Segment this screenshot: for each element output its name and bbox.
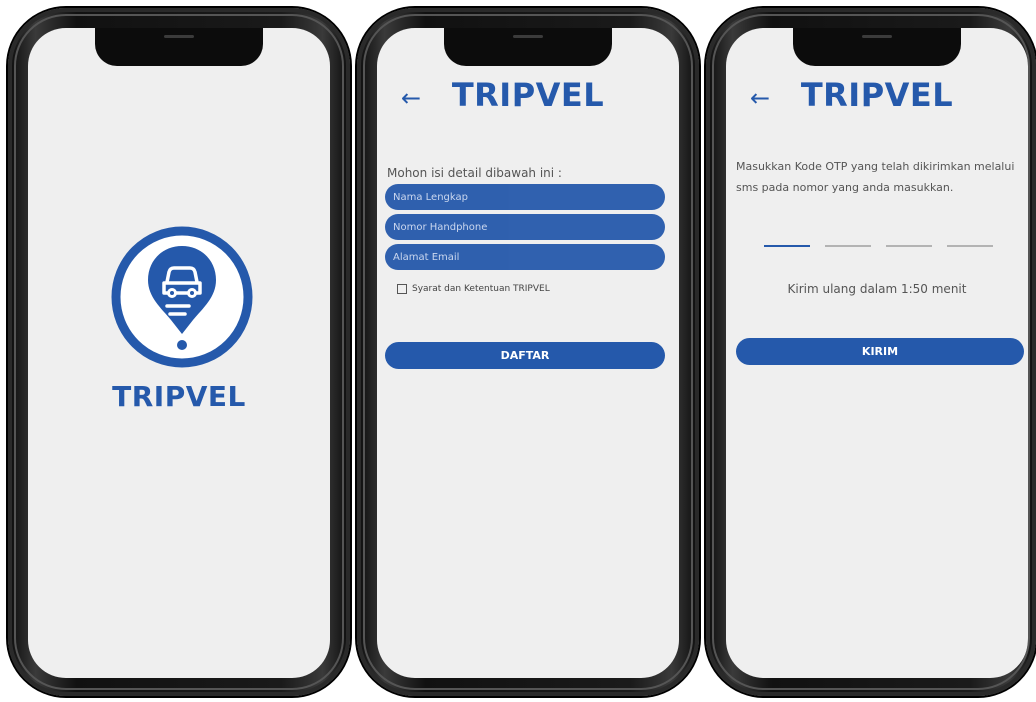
phone-notch	[793, 28, 961, 66]
page-title: TRIPVEL	[451, 76, 605, 114]
otp-screen: ← TRIPVEL Masukkan Kode OTP yang telah d…	[726, 28, 1028, 678]
speaker-grille	[164, 35, 194, 38]
kirim-button[interactable]: KIRIM	[736, 338, 1024, 365]
email-input[interactable]	[385, 244, 665, 270]
phone-frame-splash: TRIPVEL	[8, 8, 350, 696]
form-instruction: Mohon isi detail dibawah ini :	[387, 166, 562, 180]
phone-frame-register: ← TRIPVEL Mohon isi detail dibawah ini :…	[357, 8, 699, 696]
otp-digit-2[interactable]	[825, 245, 871, 247]
terms-label: Syarat dan Ketentuan TRIPVEL	[412, 284, 550, 294]
register-screen: ← TRIPVEL Mohon isi detail dibawah ini :…	[377, 28, 679, 678]
terms-checkbox[interactable]	[397, 284, 407, 294]
daftar-button[interactable]: DAFTAR	[385, 342, 665, 369]
otp-digit-3[interactable]	[886, 245, 932, 247]
speaker-grille	[513, 35, 543, 38]
splash-title: TRIPVEL	[112, 380, 246, 413]
terms-checkbox-row[interactable]: Syarat dan Ketentuan TRIPVEL	[397, 284, 550, 294]
phone-notch	[95, 28, 263, 66]
phone-frame-otp: ← TRIPVEL Masukkan Kode OTP yang telah d…	[706, 8, 1036, 696]
full-name-input[interactable]	[385, 184, 665, 210]
otp-digit-1[interactable]	[764, 245, 810, 247]
phone-notch	[444, 28, 612, 66]
resend-countdown: Kirim ulang dalam 1:50 menit	[787, 282, 967, 296]
speaker-grille	[862, 35, 892, 38]
phone-number-input[interactable]	[385, 214, 665, 240]
otp-instruction: Masukkan Kode OTP yang telah dikirimkan …	[736, 160, 1015, 194]
map-pin-car-icon	[111, 226, 253, 368]
page-title: TRIPVEL	[800, 76, 954, 114]
otp-digit-4[interactable]	[947, 245, 993, 247]
splash-screen: TRIPVEL	[28, 28, 330, 678]
